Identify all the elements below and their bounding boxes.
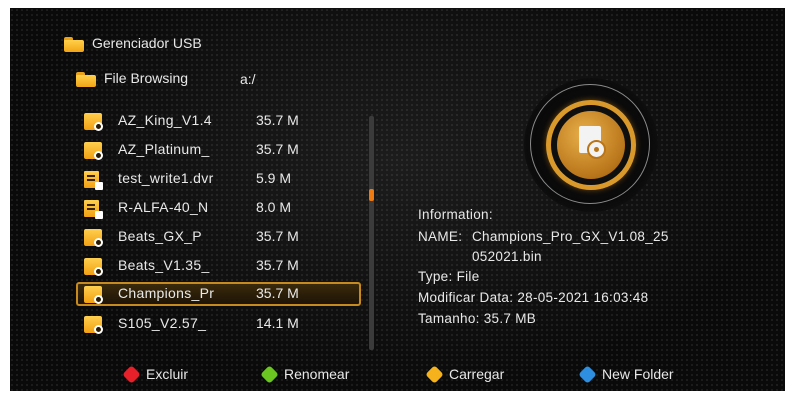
browse-label: File Browsing [104, 70, 189, 86]
file-document-icon [84, 171, 103, 190]
file-row[interactable]: test_write1.dvr 5.9 M [76, 167, 366, 191]
file-size: 14.1 M [256, 315, 299, 331]
file-row[interactable]: AZ_King_V1.4 35.7 M [76, 109, 366, 133]
file-name: AZ_King_V1.4 [118, 112, 212, 128]
file-name: S105_V2.57_ [118, 315, 207, 331]
file-size: 35.7 M [256, 257, 299, 273]
red-key-icon [122, 365, 141, 384]
file-row[interactable]: Beats_GX_P 35.7 M [76, 225, 366, 249]
file-document-icon [84, 200, 103, 219]
file-size: 8.0 M [256, 199, 292, 215]
green-key-icon [260, 365, 279, 384]
file-size: 35.7 M [256, 141, 299, 157]
blue-key-icon [578, 365, 597, 384]
info-name-label: NAME: [418, 229, 463, 244]
file-name: Champions_Pr [118, 285, 215, 301]
file-row-selected[interactable]: Champions_Pr 35.7 M [76, 282, 361, 306]
file-row[interactable]: Beats_V1.35_ 35.7 M [76, 254, 366, 278]
file-size: 35.7 M [256, 228, 299, 244]
file-preview-icon [524, 78, 658, 212]
file-name: Beats_V1.35_ [118, 257, 210, 273]
file-name: R-ALFA-40_N [118, 199, 209, 215]
current-path: a:/ [240, 71, 256, 87]
file-size: 35.7 M [256, 285, 299, 301]
folder-icon [64, 37, 84, 52]
usb-manager-screen: Gerenciador USB File Browsing a:/ AZ_Kin… [10, 8, 785, 391]
info-size: Tamanho: 35.7 MB [418, 311, 537, 326]
info-name-value: Champions_Pro_GX_V1.08_25 [472, 229, 669, 244]
file-name: AZ_Platinum_ [118, 141, 210, 157]
delete-label: Excluir [146, 366, 189, 382]
new-folder-label: New Folder [602, 366, 674, 382]
file-size: 5.9 M [256, 170, 292, 186]
disc-icon [587, 140, 606, 159]
file-size: 35.7 M [256, 112, 299, 128]
page-title: Gerenciador USB [92, 35, 202, 51]
folder-file-icon [84, 142, 103, 160]
file-row[interactable]: S105_V2.57_ 14.1 M [76, 312, 366, 336]
rename-label: Renomear [284, 366, 350, 382]
info-name-value-cont: 052021.bin [472, 249, 542, 264]
info-heading: Information: [418, 207, 493, 222]
scrollbar-thumb[interactable] [369, 189, 374, 201]
folder-file-icon [84, 316, 103, 334]
folder-file-icon [84, 286, 103, 304]
folder-file-icon [84, 229, 103, 247]
file-row[interactable]: R-ALFA-40_N 8.0 M [76, 196, 366, 220]
scrollbar[interactable] [369, 116, 374, 350]
info-modified: Modificar Data: 28-05-2021 16:03:48 [418, 290, 649, 305]
folder-file-icon [84, 113, 103, 131]
file-row[interactable]: AZ_Platinum_ 35.7 M [76, 138, 366, 162]
folder-icon [76, 72, 96, 87]
info-type: Type: File [418, 269, 480, 284]
folder-file-icon [84, 258, 103, 276]
load-label: Carregar [449, 366, 505, 382]
yellow-key-icon [425, 365, 444, 384]
file-name: test_write1.dvr [118, 170, 214, 186]
file-name: Beats_GX_P [118, 228, 202, 244]
